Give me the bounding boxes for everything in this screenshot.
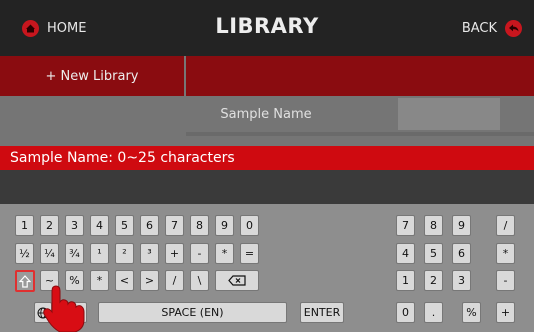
numpad-6[interactable]: 6 — [452, 243, 471, 264]
key-8[interactable]: 8 — [190, 215, 209, 236]
back-button[interactable]: BACK — [462, 20, 522, 37]
key-minus[interactable]: - — [190, 243, 209, 264]
numpad-4[interactable]: 4 — [396, 243, 415, 264]
key-7[interactable]: 7 — [165, 215, 184, 236]
numpad-3[interactable]: 3 — [452, 270, 471, 291]
key-superscript-1[interactable]: ¹ — [90, 243, 109, 264]
backspace-icon — [228, 275, 246, 286]
key-slash[interactable]: / — [165, 270, 184, 291]
back-label: BACK — [461, 21, 497, 36]
key-5[interactable]: 5 — [115, 215, 134, 236]
key-1[interactable]: 1 — [15, 215, 34, 236]
new-library-button[interactable]: + New Library — [0, 56, 184, 96]
key-4[interactable]: 4 — [90, 215, 109, 236]
numpad-2[interactable]: 2 — [424, 270, 443, 291]
numpad-multiply[interactable]: * — [496, 243, 515, 264]
sample-name-header: Sample Name — [220, 106, 312, 122]
numpad-0[interactable]: 0 — [396, 302, 415, 323]
numpad-divide[interactable]: / — [496, 215, 515, 236]
shift-key[interactable] — [15, 270, 35, 292]
key-3[interactable]: 3 — [65, 215, 84, 236]
page-title: LIBRARY — [215, 14, 319, 38]
key-quarter[interactable]: ¼ — [40, 243, 59, 264]
numpad-1[interactable]: 1 — [396, 270, 415, 291]
key-asterisk[interactable]: * — [215, 243, 234, 264]
space-key[interactable]: SPACE (EN) — [98, 302, 287, 323]
key-superscript-2[interactable]: ² — [115, 243, 134, 264]
key-plus[interactable]: + — [165, 243, 184, 264]
numpad-minus[interactable]: - — [496, 270, 515, 291]
list-row — [186, 132, 534, 136]
key-half[interactable]: ½ — [15, 243, 34, 264]
key-backslash[interactable]: \ — [190, 270, 209, 291]
header-cell — [398, 98, 500, 130]
backspace-key[interactable] — [215, 270, 259, 291]
key-asterisk-2[interactable]: * — [90, 270, 109, 291]
numpad-8[interactable]: 8 — [424, 215, 443, 236]
input-hint: Sample Name: 0~25 characters — [0, 146, 534, 170]
key-2[interactable]: 2 — [40, 215, 59, 236]
key-0[interactable]: 0 — [240, 215, 259, 236]
key-equals[interactable]: = — [240, 243, 259, 264]
key-greater-than[interactable]: > — [140, 270, 159, 291]
numpad-5[interactable]: 5 — [424, 243, 443, 264]
key-less-than[interactable]: < — [115, 270, 134, 291]
key-superscript-3[interactable]: ³ — [140, 243, 159, 264]
key-three-quarters[interactable]: ¾ — [65, 243, 84, 264]
enter-key[interactable]: ENTER — [300, 302, 344, 323]
numpad-decimal[interactable]: . — [424, 302, 443, 323]
key-9[interactable]: 9 — [215, 215, 234, 236]
text-input-field[interactable] — [0, 170, 534, 204]
numpad-plus[interactable]: + — [496, 302, 515, 323]
back-icon — [505, 20, 522, 37]
shift-icon — [19, 274, 31, 288]
numpad-percent[interactable]: % — [462, 302, 481, 323]
hand-pointer-icon — [43, 285, 85, 332]
key-6[interactable]: 6 — [140, 215, 159, 236]
numpad-7[interactable]: 7 — [396, 215, 415, 236]
numpad-9[interactable]: 9 — [452, 215, 471, 236]
